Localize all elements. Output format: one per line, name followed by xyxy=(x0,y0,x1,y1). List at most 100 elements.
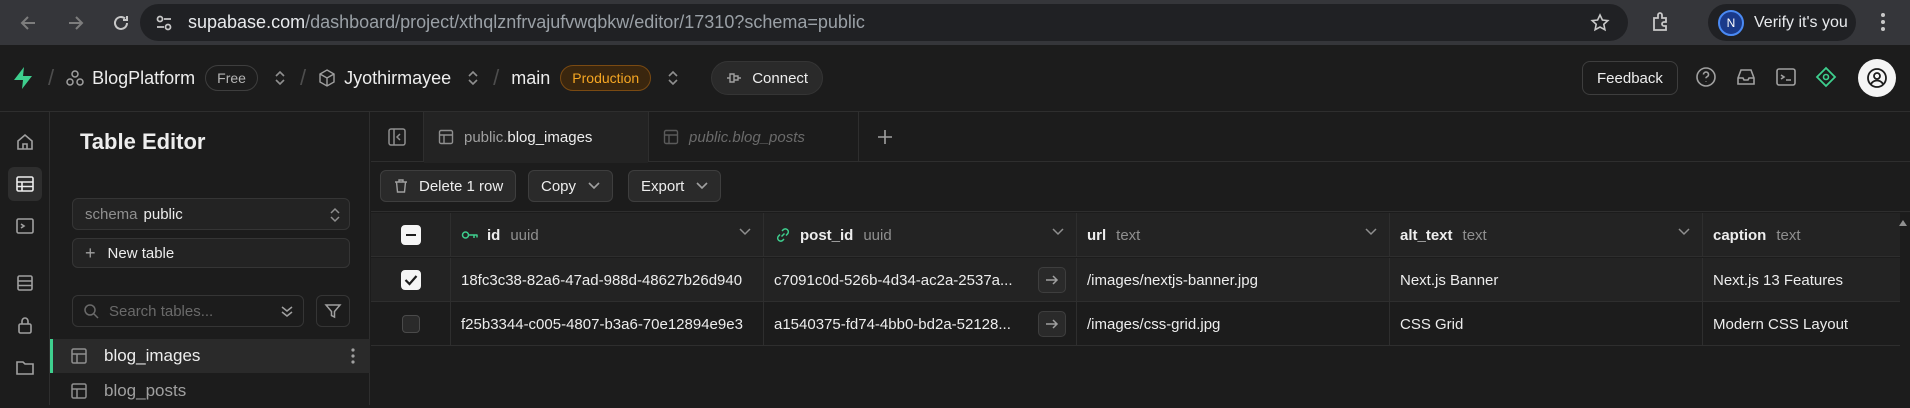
storage-folder-icon[interactable] xyxy=(8,350,42,384)
tab-blog-images[interactable]: public. blog_images xyxy=(423,112,649,163)
cell-url[interactable]: /images/css-grid.jpg xyxy=(1077,302,1390,346)
table-editor-sidebar: Table Editor schema public + New table S… xyxy=(50,112,370,405)
cell-alt-text[interactable]: Next.js Banner xyxy=(1390,258,1703,302)
more-vertical-icon[interactable] xyxy=(350,347,356,365)
browser-menu-icon[interactable] xyxy=(1880,11,1886,33)
plan-badge: Free xyxy=(205,65,258,91)
production-badge: Production xyxy=(560,65,652,91)
help-icon[interactable] xyxy=(1695,66,1717,88)
column-header-caption[interactable]: caption text xyxy=(1703,213,1900,257)
sidebar-item-blog-posts[interactable]: blog_posts xyxy=(50,374,370,408)
user-avatar[interactable] xyxy=(1858,59,1896,97)
chevron-down-icon[interactable] xyxy=(1365,228,1377,236)
column-header-id[interactable]: id uuid xyxy=(451,213,764,257)
profile-chip[interactable]: N Verify it's you xyxy=(1708,4,1856,41)
double-chevron-down-icon[interactable] xyxy=(279,303,295,319)
add-tab-plus-icon[interactable] xyxy=(875,127,895,147)
grid-toolbar: Delete 1 row Copy Export xyxy=(371,162,1910,212)
chevron-down-icon[interactable] xyxy=(1052,228,1064,236)
select-all-checkbox[interactable] xyxy=(400,225,421,245)
organization-icon xyxy=(66,69,84,87)
sidebar-item-blog-images[interactable]: blog_images xyxy=(50,339,370,373)
key-icon xyxy=(461,229,479,241)
column-header-alt-text[interactable]: alt_text text xyxy=(1390,213,1703,257)
branch-name[interactable]: main xyxy=(511,68,550,89)
table-search-input[interactable]: Search tables... xyxy=(72,295,304,327)
copy-button[interactable]: Copy xyxy=(528,170,614,202)
delete-rows-button[interactable]: Delete 1 row xyxy=(380,170,517,202)
auth-lock-icon[interactable] xyxy=(8,308,42,342)
cell-post-id[interactable]: a1540375-fd74-4bb0-bd2a-52128... xyxy=(764,302,1077,346)
chevron-down-icon xyxy=(588,182,600,190)
terminal-icon[interactable] xyxy=(1775,66,1797,88)
new-table-label: New table xyxy=(107,244,175,262)
cell-id[interactable]: 18fc3c38-82a6-47ad-988d-48627b26d940 xyxy=(451,258,764,302)
project-switcher-icon[interactable] xyxy=(467,69,479,87)
breadcrumb-separator: / xyxy=(299,65,307,90)
chevron-down-icon xyxy=(696,182,708,190)
row-checkbox[interactable] xyxy=(401,315,420,333)
sidebar-item-label: blog_posts xyxy=(104,381,187,400)
org-switcher-icon[interactable] xyxy=(274,69,286,87)
schema-selector[interactable]: schema public xyxy=(72,198,350,230)
new-table-button[interactable]: + New table xyxy=(72,238,350,268)
forward-arrow-icon[interactable] xyxy=(62,10,88,36)
table-icon xyxy=(70,347,88,365)
cell-alt-text[interactable]: CSS Grid xyxy=(1390,302,1703,346)
extensions-puzzle-icon[interactable] xyxy=(1650,10,1674,34)
search-placeholder: Search tables... xyxy=(109,302,214,320)
plus-icon: + xyxy=(85,242,96,263)
database-icon[interactable] xyxy=(8,266,42,300)
breadcrumb-separator: / xyxy=(48,65,55,90)
arrow-right-icon[interactable] xyxy=(1038,311,1066,337)
chevron-down-icon[interactable] xyxy=(739,228,751,236)
connect-button[interactable]: Connect xyxy=(711,61,824,95)
cell-post-id[interactable]: c7091c0d-526b-4d34-ac2a-2537a... xyxy=(764,258,1077,302)
scroll-up-arrow-icon[interactable] xyxy=(1898,219,1908,227)
connect-label: Connect xyxy=(752,69,809,87)
chevron-down-icon[interactable] xyxy=(1678,228,1690,236)
table-row[interactable]: f25b3344-c005-4807-b3a6-70e12894e9e3 a15… xyxy=(371,302,1900,346)
collapse-sidebar-icon[interactable] xyxy=(387,127,407,147)
left-nav-rail xyxy=(0,112,50,405)
back-arrow-icon[interactable] xyxy=(16,10,42,36)
assistant-diamond-icon[interactable] xyxy=(1815,66,1837,88)
row-checkbox[interactable] xyxy=(400,270,421,290)
filter-icon[interactable] xyxy=(316,295,350,327)
project-name[interactable]: Jyothirmayee xyxy=(344,68,451,89)
column-header-post-id[interactable]: post_id uuid xyxy=(764,213,1077,257)
tab-blog-posts[interactable]: public. blog_posts xyxy=(649,112,859,162)
table-row[interactable]: 18fc3c38-82a6-47ad-988d-48627b26d940 c70… xyxy=(371,258,1900,302)
sql-editor-icon[interactable] xyxy=(8,209,42,243)
column-header-url[interactable]: url text xyxy=(1077,213,1390,257)
export-button[interactable]: Export xyxy=(628,170,722,202)
inbox-icon[interactable] xyxy=(1735,66,1757,88)
search-icon xyxy=(83,303,99,319)
home-icon[interactable] xyxy=(8,125,42,159)
org-name[interactable]: BlogPlatform xyxy=(92,68,195,89)
sidebar-title: Table Editor xyxy=(80,129,206,154)
site-settings-icon[interactable] xyxy=(154,13,174,33)
cell-url[interactable]: /images/nextjs-banner.jpg xyxy=(1077,258,1390,302)
breadcrumb-separator: / xyxy=(493,65,500,90)
branch-switcher-icon[interactable] xyxy=(667,69,679,87)
bookmark-star-icon[interactable] xyxy=(1590,13,1610,33)
row-select-cell xyxy=(371,258,451,302)
address-bar[interactable]: supabase.com/dashboard/project/xthqlznfr… xyxy=(140,4,1628,41)
table-editor-icon[interactable] xyxy=(8,167,42,201)
reload-icon[interactable] xyxy=(108,10,134,36)
cell-id[interactable]: f25b3344-c005-4807-b3a6-70e12894e9e3 xyxy=(451,302,764,346)
trash-icon xyxy=(393,178,409,194)
supabase-logo-icon[interactable] xyxy=(12,66,34,90)
grid-header-row: id uuid post_id uuid url text alt_text t… xyxy=(371,213,1900,257)
feedback-button[interactable]: Feedback xyxy=(1582,61,1678,95)
cell-caption[interactable]: Next.js 13 Features xyxy=(1703,258,1900,302)
table-icon xyxy=(438,129,454,145)
arrow-right-icon[interactable] xyxy=(1038,267,1066,293)
cell-caption[interactable]: Modern CSS Layout xyxy=(1703,302,1900,346)
schema-label: schema xyxy=(85,205,138,223)
url-text: supabase.com/dashboard/project/xthqlznfr… xyxy=(188,12,865,32)
select-all-cell xyxy=(371,213,451,257)
table-editor-main: public. blog_images public. blog_posts Del… xyxy=(371,112,1910,405)
chevron-updown-icon xyxy=(329,207,341,223)
